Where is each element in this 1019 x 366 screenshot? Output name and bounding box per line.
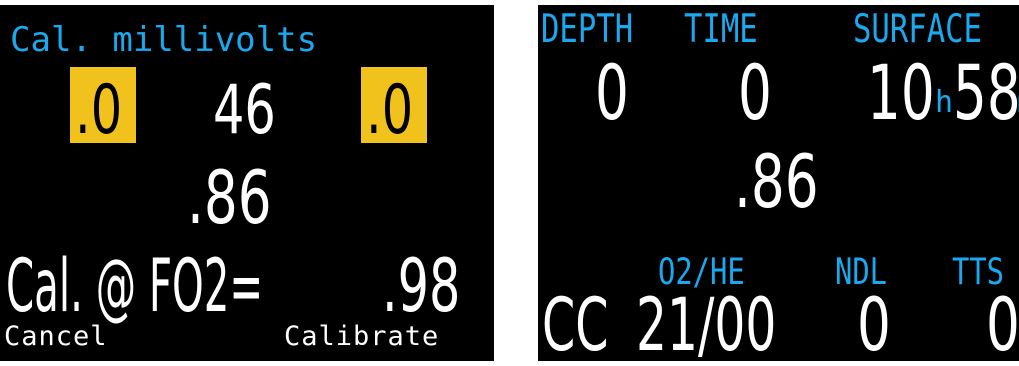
dive-mode: CC <box>542 283 609 361</box>
ppo2-value: .86 <box>734 140 819 225</box>
sensor3-millivolts: .0 <box>366 71 414 150</box>
depth-value: 0 <box>595 50 629 138</box>
surface-hours: 10 <box>867 50 935 138</box>
time-label: TIME <box>684 6 758 53</box>
gas-mix-value: 21/00 <box>636 283 777 361</box>
surface-label: SURFACE <box>853 6 982 53</box>
ppo2-value: .86 <box>187 156 272 241</box>
fo2-value: .98 <box>382 244 461 329</box>
sensor2-millivolts: 46 <box>213 71 276 150</box>
time-value: 0 <box>738 50 772 138</box>
calibration-screen: Cal. millivolts .0 46 .0 .86 Cal. @ FO2=… <box>0 5 494 361</box>
tts-value: 0 <box>986 283 1019 361</box>
calibration-title: Cal. millivolts <box>10 20 318 60</box>
calibrate-button[interactable]: Calibrate <box>284 323 439 350</box>
sensor1-millivolts: .0 <box>75 71 123 150</box>
ndl-value: 0 <box>857 283 891 361</box>
surface-minutes: 58 <box>953 50 1019 138</box>
cancel-button[interactable]: Cancel <box>4 323 108 350</box>
depth-label: DEPTH <box>541 6 634 53</box>
fo2-label: Cal. @ FO2= <box>6 244 264 329</box>
dive-screen: DEPTH TIME SURFACE 0 0 10 h 58 m .86 O2/… <box>538 5 1019 361</box>
surface-hours-unit: h <box>935 85 954 120</box>
